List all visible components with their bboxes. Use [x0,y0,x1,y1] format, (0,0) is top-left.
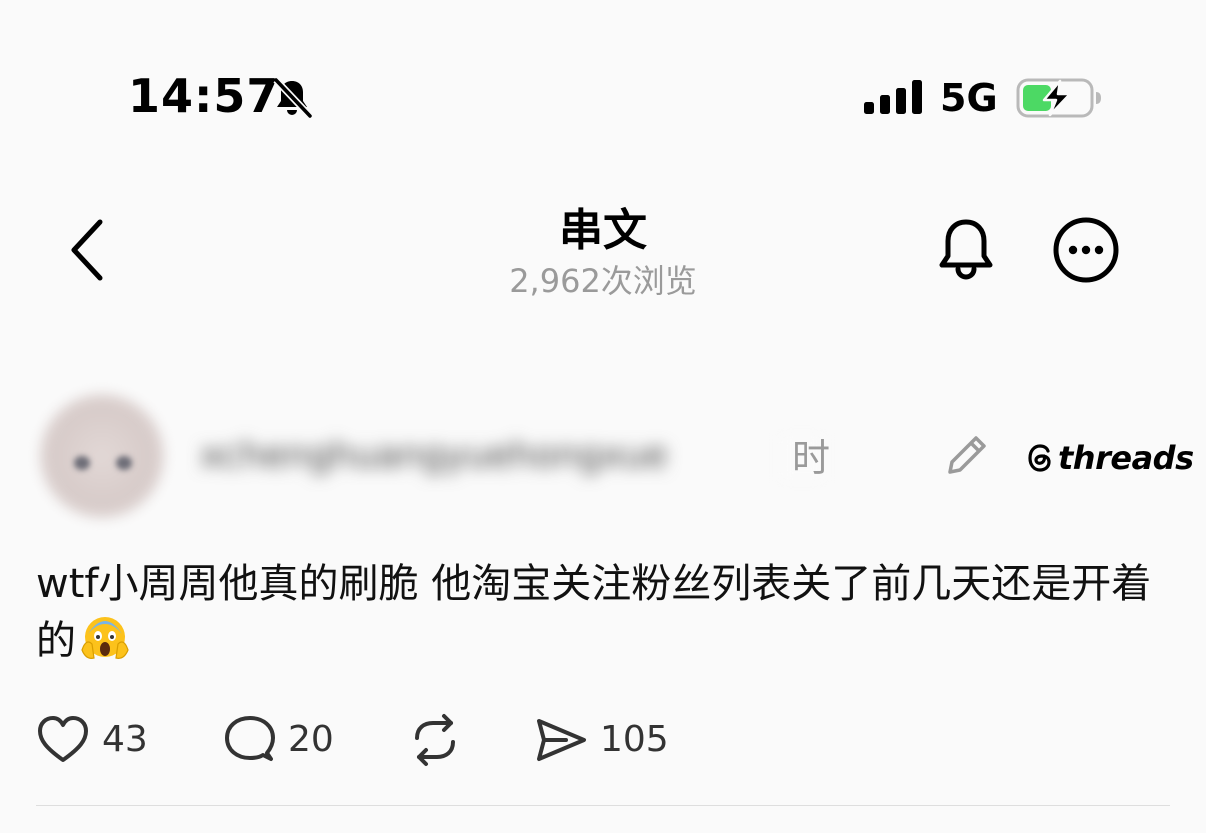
cellular-signal-icon [864,80,922,114]
username[interactable]: xchenghuangyuehongxue [200,428,820,484]
reply-count: 20 [288,719,334,760]
pencil-icon[interactable] [940,430,992,482]
heart-icon [38,716,88,762]
post-text: wtf小周周他真的刷脆 他淘宝关注粉丝列表关了前几天还是开着的 [36,556,1176,669]
face-screaming-emoji-icon [81,617,129,659]
repost-icon [415,714,455,766]
battery-charging-icon [1016,78,1101,118]
share-button[interactable]: 105 [534,712,669,768]
threads-wordmark: threads [1058,439,1194,477]
repost-button[interactable] [408,712,462,768]
more-options-icon[interactable] [1050,214,1122,286]
threads-logo-icon [1028,444,1051,472]
like-count: 43 [102,719,148,760]
send-icon [537,719,586,761]
view-count: 2,962次浏览 [509,262,697,300]
post-text-content: wtf小周周他真的刷脆 他淘宝关注粉丝列表关了前几天还是开着的 [36,561,1152,664]
thread-screen: 14:57 5G 串文 2,962次浏览 xchenghuangyuehongx… [0,0,1206,833]
speech-bubble-icon [225,716,275,761]
bell-slash-icon [273,77,313,119]
reply-button[interactable]: 20 [222,712,334,768]
like-button[interactable]: 43 [36,712,148,768]
divider [36,805,1170,806]
back-button[interactable] [60,214,120,286]
status-time: 14:57 [128,69,280,123]
page-title: 串文 [559,205,647,256]
notification-bell-icon[interactable] [930,214,1002,286]
network-type-label: 5G [940,76,998,120]
post-time: 时 [792,436,831,480]
share-count: 105 [600,719,669,760]
